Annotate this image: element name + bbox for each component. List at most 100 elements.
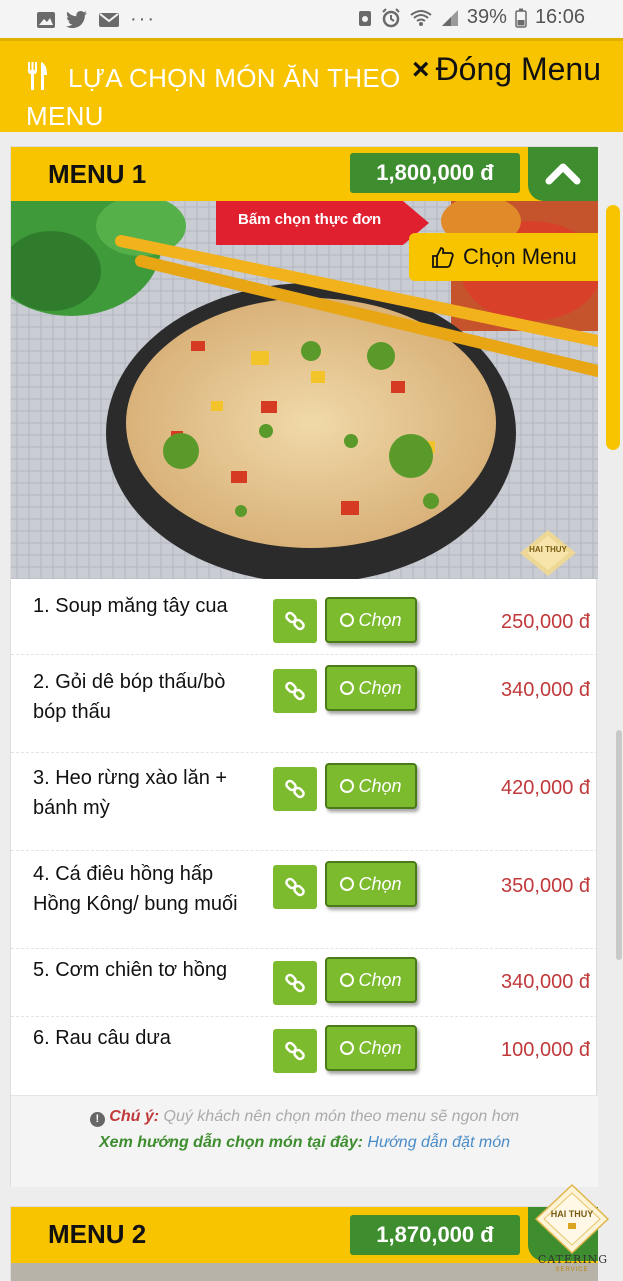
item-name: 4. Cá điêu hồng hấp Hồng Kông/ bung muối (33, 863, 238, 915)
item-link-button[interactable] (273, 599, 317, 643)
link-icon (285, 973, 305, 993)
page-title: LỰA CHỌN MÓN ĂN THEO MENU (26, 63, 401, 131)
choose-menu-callout: Bấm chọn thực đơn (216, 201, 430, 245)
menu-panel-1: MENU 1 1,800,000 đ Bấm chọn thực đơn Chọ… (10, 146, 598, 1187)
pick-item-button[interactable]: Chọn (325, 957, 417, 1003)
note-line: ! Chú ý: Quý khách nên chọn món theo men… (11, 1104, 598, 1130)
guide-label: Xem hướng dẫn chọn món tại đây: (99, 1134, 363, 1151)
item-name: 5. Cơm chiên tơ hồng (33, 959, 228, 981)
logo-text: HAI THUY (529, 545, 567, 554)
link-icon (285, 681, 305, 701)
item-link-button[interactable] (273, 961, 317, 1005)
radio-circle-icon (340, 973, 355, 987)
list-item: 4. Cá điêu hồng hấp Hồng Kông/ bung muối… (11, 851, 598, 949)
pick-label: Chọn (358, 677, 402, 698)
pick-label: Chọn (358, 1037, 402, 1058)
pick-label: Chọn (358, 609, 402, 630)
page-scroll-indicator (616, 730, 622, 960)
pick-item-button[interactable]: Chọn (325, 597, 417, 643)
menu-2-title: MENU 2 (48, 1219, 147, 1249)
radio-circle-icon (340, 1041, 355, 1055)
pick-item-button[interactable]: Chọn (325, 763, 417, 809)
item-price: 350,000 đ (501, 875, 590, 897)
item-name: 3. Heo rừng xào lăn + bánh mỳ (33, 767, 228, 819)
menu-2-header[interactable]: MENU 2 1,870,000 đ (11, 1207, 598, 1263)
collapse-toggle-button[interactable] (528, 147, 598, 201)
battery-level: 39% (466, 6, 507, 28)
list-item: 3. Heo rừng xào lăn + bánh mỳ Chọn 420,0… (11, 753, 598, 851)
brand-tagline: SERVICE (555, 1267, 589, 1273)
list-item: 6. Rau câu dưa Chọn 100,000 đ (11, 1017, 598, 1095)
radio-circle-icon (340, 779, 355, 793)
status-left-icons: ··· (36, 8, 156, 31)
item-price: 420,000 đ (501, 777, 590, 799)
pick-item-button[interactable]: Chọn (325, 1025, 417, 1071)
brand-name: CATERING (537, 1253, 609, 1266)
link-icon (285, 1041, 305, 1061)
pick-item-button[interactable]: Chọn (325, 665, 417, 711)
scrollbar-thumb[interactable] (606, 205, 620, 450)
battery-icon (515, 8, 527, 28)
mail-icon (99, 12, 119, 27)
item-price: 340,000 đ (501, 679, 590, 701)
link-icon (285, 877, 305, 897)
status-bar: ··· 39% 16:06 (0, 0, 623, 38)
image-icon (37, 11, 55, 28)
twitter-icon (66, 10, 87, 28)
close-menu-label: Đóng Menu (435, 51, 601, 87)
menu-panel-2: MENU 2 1,870,000 đ (10, 1206, 598, 1281)
item-price: 100,000 đ (501, 1039, 590, 1061)
note-text: Quý khách nên chọn món theo menu sẽ ngon… (163, 1108, 520, 1125)
pick-item-button[interactable]: Chọn (325, 861, 417, 907)
close-menu-button[interactable]: × Đóng Menu (412, 51, 601, 88)
item-link-button[interactable] (273, 1029, 317, 1073)
wifi-icon (410, 9, 432, 26)
guide-link[interactable]: Hướng dẫn đặt món (367, 1134, 510, 1151)
item-name: 1. Soup măng tây cua (33, 595, 228, 617)
item-link-button[interactable] (273, 669, 317, 713)
data-saver-icon (358, 10, 371, 26)
menu-1-price-badge: 1,800,000 đ (350, 153, 520, 193)
menu-1-hero-image: Bấm chọn thực đơn Chọn Menu HAI THUY (11, 201, 598, 579)
item-price: 250,000 đ (501, 611, 590, 633)
choose-menu-button[interactable]: Chọn Menu (409, 233, 598, 281)
pick-label: Chọn (358, 873, 402, 894)
status-right: 39% 16:06 (357, 6, 585, 29)
link-icon (285, 779, 305, 799)
radio-circle-icon (340, 613, 355, 627)
chevron-up-icon (545, 163, 581, 185)
pick-label: Chọn (358, 969, 402, 990)
exclamation-icon: ! (89, 1112, 105, 1127)
thumbs-up-icon (432, 247, 454, 268)
signal-icon (441, 9, 458, 26)
menu-1-title: MENU 1 (48, 159, 147, 189)
clock: 16:06 (534, 6, 585, 28)
list-item: 5. Cơm chiên tơ hồng Chọn 340,000 đ (11, 949, 598, 1017)
alarm-icon (382, 7, 400, 27)
note-label: Chú ý: (109, 1108, 160, 1125)
item-link-button[interactable] (273, 767, 317, 811)
more-icon: ··· (130, 8, 156, 30)
link-icon (285, 611, 305, 631)
item-name: 6. Rau câu dưa (33, 1027, 171, 1049)
menu-note: ! Chú ý: Quý khách nên chọn món theo men… (11, 1095, 598, 1187)
guide-line: Xem hướng dẫn chọn món tại đây: Hướng dẫ… (11, 1130, 598, 1156)
hai-thuy-logo: HAI THUY (520, 530, 576, 576)
item-price: 340,000 đ (501, 971, 590, 993)
item-name: 2. Gỏi dê bóp thấu/bò bóp thấu (33, 671, 226, 723)
menu-1-item-list: 1. Soup măng tây cua Chọn 250,000 đ 2. G… (11, 579, 598, 1095)
menu-2-hero-image (11, 1263, 598, 1281)
menu-header: LỰA CHỌN MÓN ĂN THEO MENU × Đóng Menu (0, 38, 623, 132)
pick-label: Chọn (358, 775, 402, 796)
catering-logo: HAI THUY CATERING SERVICE (530, 1183, 614, 1280)
list-item: 1. Soup măng tây cua Chọn 250,000 đ (11, 579, 598, 655)
menu-2-price-badge: 1,870,000 đ (350, 1215, 520, 1255)
choose-menu-label: Chọn Menu (463, 244, 577, 269)
item-link-button[interactable] (273, 865, 317, 909)
emblem-text: HAI THUY (551, 1209, 594, 1219)
list-item: 2. Gỏi dê bóp thấu/bò bóp thấu Chọn 340,… (11, 655, 598, 753)
radio-circle-icon (340, 877, 355, 891)
hai-thuy-emblem: HAI THUY (534, 1183, 610, 1255)
menu-1-header[interactable]: MENU 1 1,800,000 đ (11, 147, 598, 201)
close-icon: × (412, 52, 430, 86)
